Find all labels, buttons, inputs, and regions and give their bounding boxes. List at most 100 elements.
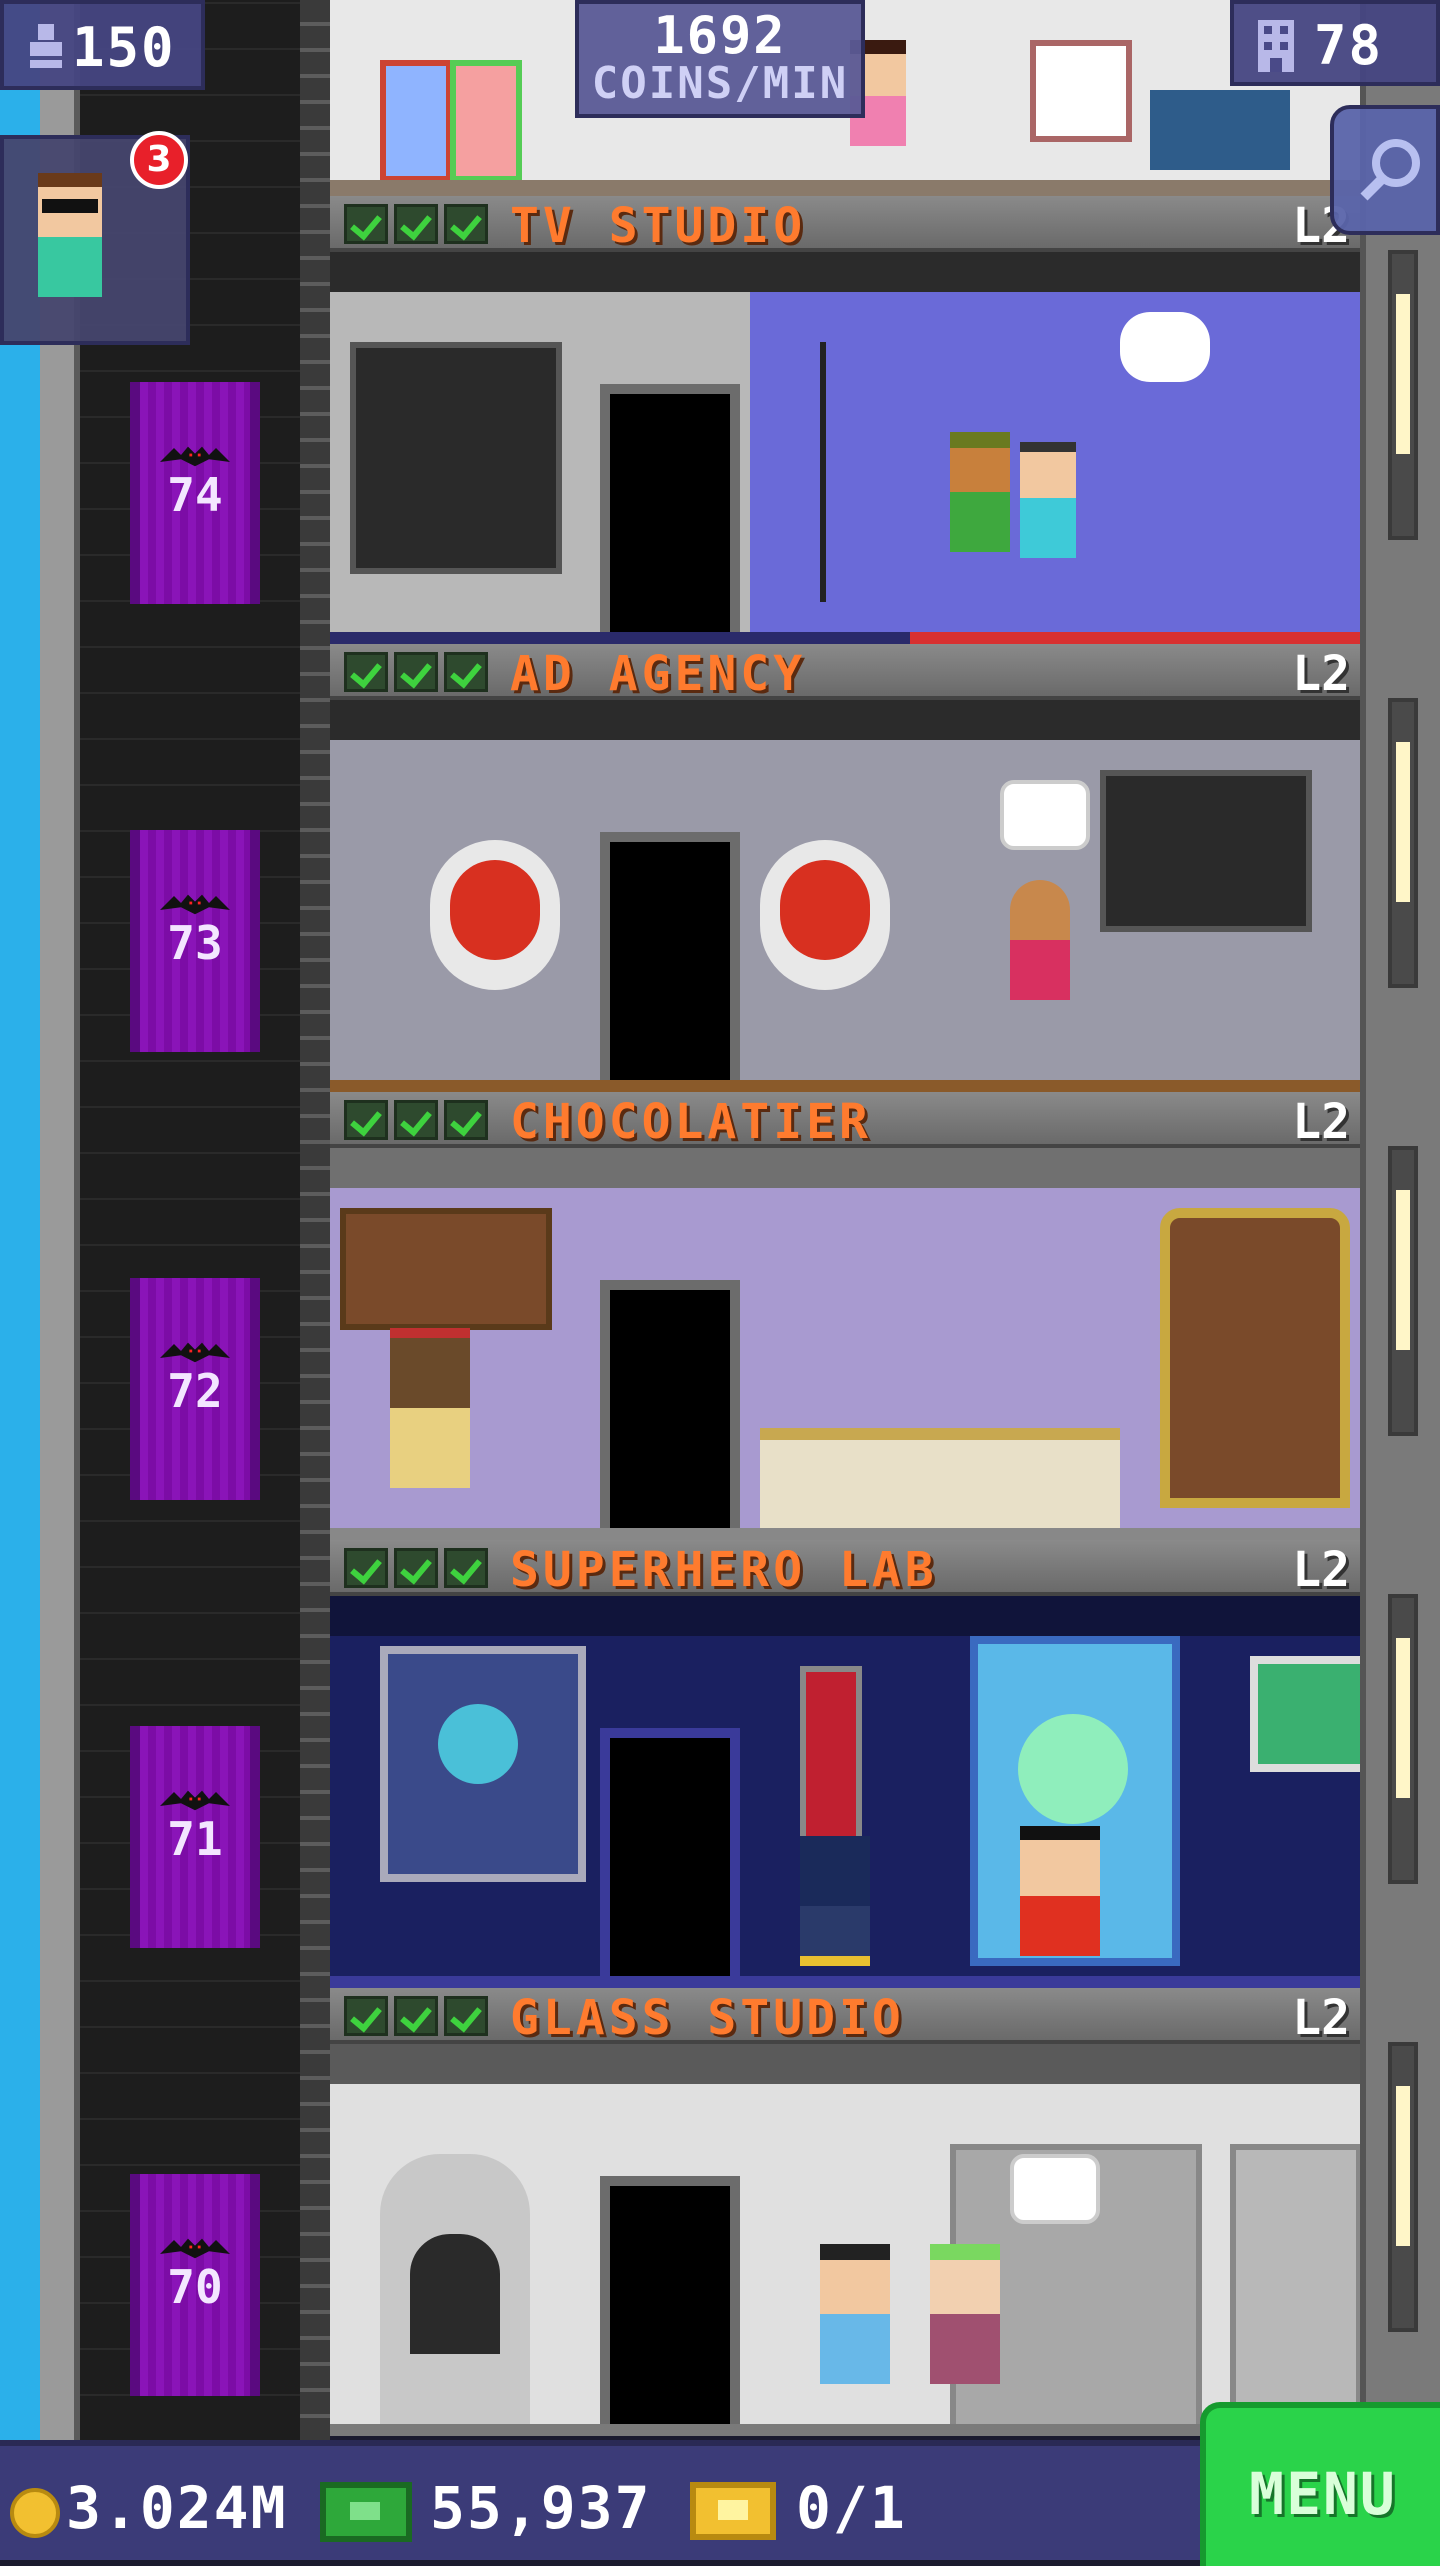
tenant-hero[interactable]	[1020, 1826, 1100, 1976]
elevator-floor-73[interactable]: 73	[130, 830, 260, 1052]
elevator-floor-70[interactable]: 70	[130, 2174, 260, 2396]
ceiling	[330, 1596, 1360, 1636]
door[interactable]	[600, 832, 740, 1092]
tenant[interactable]	[820, 2244, 890, 2424]
star-checks	[344, 204, 488, 244]
painting	[450, 60, 522, 182]
floors-icon	[1256, 18, 1296, 74]
coin-icon	[10, 2488, 60, 2538]
check-icon	[444, 652, 488, 692]
floor-name: SUPERHERO LAB	[510, 1542, 938, 1598]
floor-header: GLASS STUDIO L2	[330, 1988, 1360, 2046]
vip-ticket-icon	[690, 2482, 776, 2540]
star-checks	[344, 1996, 488, 2036]
tower-edge	[40, 0, 80, 2440]
door[interactable]	[600, 384, 740, 644]
tenant[interactable]	[390, 1328, 470, 1528]
floor-header: AD AGENCY L2	[330, 644, 1360, 702]
elevator-floor-74[interactable]: 74	[130, 382, 260, 604]
room-interior	[330, 2044, 1360, 2436]
floor-strip	[330, 180, 1360, 196]
kiln	[380, 2154, 530, 2436]
tenant[interactable]	[1020, 442, 1080, 582]
control-panel	[350, 342, 562, 574]
population-value: 150	[72, 16, 176, 79]
check-icon	[444, 1100, 488, 1140]
floor-glass-studio[interactable]: GLASS STUDIO L2	[330, 1988, 1360, 2436]
window	[1388, 698, 1418, 988]
dna-tube	[800, 1666, 862, 1858]
check-icon	[444, 204, 488, 244]
speech-bubble	[1120, 312, 1210, 382]
easel	[1030, 40, 1132, 142]
elevator-floor-72[interactable]: 72	[130, 1278, 260, 1500]
check-icon	[394, 1996, 438, 2036]
check-icon	[394, 652, 438, 692]
speech-bubble	[1000, 780, 1090, 850]
check-icon	[344, 1548, 388, 1588]
star-checks	[344, 1100, 488, 1140]
check-icon	[394, 1100, 438, 1140]
tenant[interactable]	[950, 432, 1010, 582]
glass-shelf	[1230, 2144, 1360, 2436]
sky-strip	[0, 0, 40, 2440]
tenant[interactable]	[930, 2244, 1000, 2424]
check-icon	[344, 1996, 388, 2036]
floor-header: CHOCOLATIER L2	[330, 1092, 1360, 1150]
floor-superhero-lab[interactable]: SUPERHERO LAB L2	[330, 1540, 1360, 1988]
floor-name: TV STUDIO	[510, 198, 807, 254]
bux-value: 55,937	[430, 2474, 652, 2542]
studio-light	[820, 342, 866, 602]
painting	[380, 60, 452, 182]
menu-label: MENU	[1249, 2460, 1397, 2528]
floor-level: L2	[1292, 1094, 1350, 1150]
elevator-floor-number: 74	[167, 468, 223, 522]
tenant[interactable]	[1010, 880, 1070, 1030]
notification-badge: 3	[130, 131, 188, 189]
menu-button[interactable]: MENU	[1200, 2402, 1440, 2566]
window	[1388, 1594, 1418, 1884]
ceiling	[330, 252, 1360, 292]
counter	[760, 1428, 1120, 1540]
floor-level: L2	[1292, 1542, 1350, 1598]
ceiling	[330, 1148, 1360, 1188]
door[interactable]	[600, 2176, 740, 2436]
floor-strip	[330, 1976, 1360, 1988]
window	[1388, 2042, 1418, 2332]
search-button[interactable]	[1330, 105, 1440, 235]
blueprint-panel	[380, 1646, 586, 1882]
door[interactable]	[600, 1728, 740, 1988]
floor-level: L2	[1292, 1990, 1350, 2046]
chocolate-vat	[1160, 1208, 1350, 1508]
check-icon	[444, 1548, 488, 1588]
speech-bubble	[1010, 2154, 1100, 2224]
door[interactable]	[600, 1280, 740, 1540]
coins-value: 3.024M	[66, 2474, 288, 2542]
floors-counter[interactable]: 78	[1230, 0, 1440, 86]
floor-level: L2	[1292, 646, 1350, 702]
floor-ad-agency[interactable]: AD AGENCY L2	[330, 644, 1360, 1092]
vip-value: 0/1	[796, 2474, 907, 2542]
elevator-shaft[interactable]	[80, 0, 300, 2440]
tenant-batman[interactable]	[800, 1836, 870, 1976]
tv-screen	[1100, 770, 1312, 932]
bux-icon	[320, 2482, 412, 2542]
check-icon	[344, 652, 388, 692]
floor-strip	[330, 1528, 1360, 1540]
floor-chocolatier[interactable]: CHOCOLATIER L2	[330, 1092, 1360, 1540]
tower-right-wall	[1360, 0, 1440, 2440]
population-counter[interactable]: 150	[0, 0, 205, 90]
elevator-floor-number: 73	[167, 916, 223, 970]
visitor-avatar	[38, 173, 108, 323]
elevator-rail	[300, 0, 330, 2440]
floor-tv-studio[interactable]: TV STUDIO L2	[330, 196, 1360, 644]
elevator-floor-number: 72	[167, 1364, 223, 1418]
elevator-floor-number: 71	[167, 1812, 223, 1866]
floor-name: GLASS STUDIO	[510, 1990, 905, 2046]
check-icon	[394, 1548, 438, 1588]
visitor-waiting-button[interactable]: 3	[0, 131, 190, 345]
window	[1388, 1146, 1418, 1436]
floors-value: 78	[1314, 14, 1384, 77]
floor-header: SUPERHERO LAB L2	[330, 1540, 1360, 1598]
elevator-floor-71[interactable]: 71	[130, 1726, 260, 1948]
